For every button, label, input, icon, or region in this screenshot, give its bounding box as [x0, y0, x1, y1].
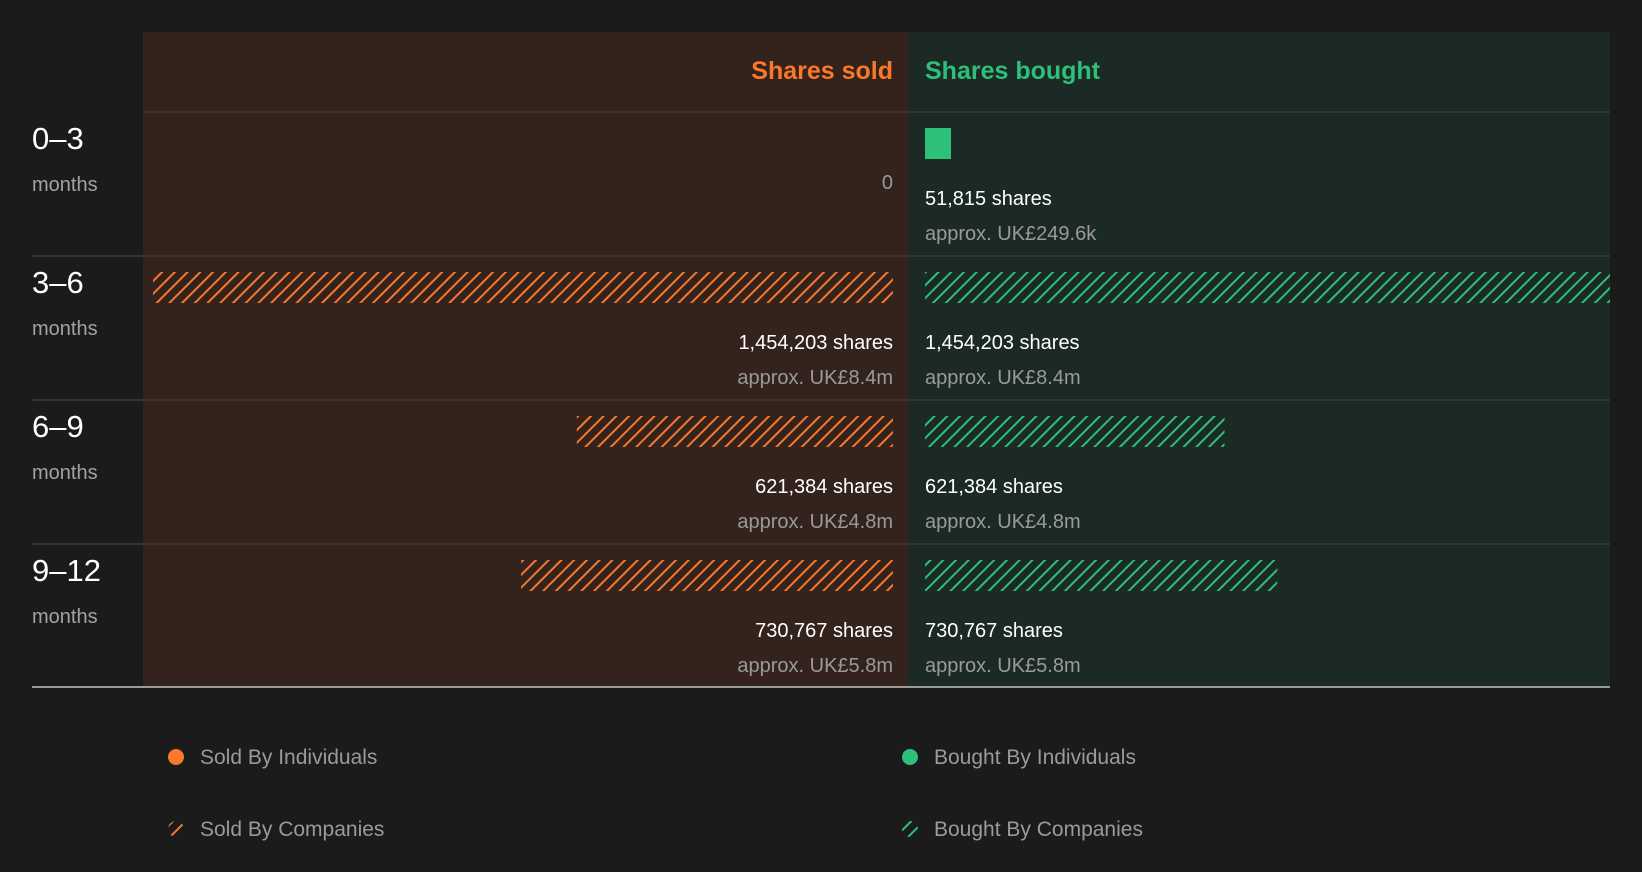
legend-item-bought-hatched: Bought By Companies: [902, 818, 1143, 841]
sold-shares-label: 1,454,203 shares: [738, 332, 893, 354]
bought-shares-label: 1,454,203 shares: [925, 332, 1080, 354]
legend-item-bought-solid: Bought By Individuals: [902, 746, 1136, 769]
legend-label: Bought By Individuals: [934, 746, 1136, 769]
sold-bar: [576, 416, 893, 447]
bought-shares-label: 730,767 shares: [925, 620, 1063, 642]
sold-shares-label: 730,767 shares: [755, 620, 893, 642]
bought-approx-label: approx. UK£249.6k: [925, 223, 1097, 245]
row-unit-label: months: [32, 174, 98, 196]
legend-label: Sold By Companies: [200, 818, 384, 841]
sold-approx-label: approx. UK£4.8m: [737, 511, 893, 533]
legend-label: Sold By Individuals: [200, 746, 377, 769]
legend-swatch: [902, 749, 918, 765]
bought-approx-label: approx. UK£8.4m: [925, 367, 1081, 389]
legend-item-sold-solid: Sold By Individuals: [168, 746, 377, 769]
sold-header: Shares sold: [751, 57, 893, 85]
sold-bar: [521, 560, 893, 591]
row-unit-label: months: [32, 606, 98, 628]
sold-approx-label: approx. UK£8.4m: [737, 367, 893, 389]
bought-bar: [925, 416, 1225, 447]
bought-approx-label: approx. UK£5.8m: [925, 655, 1081, 677]
bought-shares-label: 51,815 shares: [925, 188, 1052, 210]
row-unit-label: months: [32, 462, 98, 484]
legend-label: Bought By Companies: [934, 818, 1143, 841]
row-range-label: 0–3: [32, 121, 84, 156]
bought-bar: [925, 272, 1610, 303]
bought-shares-label: 621,384 shares: [925, 476, 1063, 498]
bought-approx-label: approx. UK£4.8m: [925, 511, 1081, 533]
bought-bar: [925, 560, 1278, 591]
row-range-label: 3–6: [32, 265, 84, 300]
bought-bar: [925, 128, 951, 159]
insider-trading-chart: Shares sold Shares bought 0–3 months 0 51,8…: [32, 32, 1610, 841]
legend-swatch: [902, 821, 918, 837]
bought-header: Shares bought: [925, 57, 1101, 85]
legend-swatch: [168, 821, 184, 837]
legend-item-sold-hatched: Sold By Companies: [168, 818, 384, 841]
row-range-label: 9–12: [32, 553, 101, 588]
row-unit-label: months: [32, 318, 98, 340]
sold-approx-label: approx. UK£5.8m: [737, 655, 893, 677]
sold-zero-label: 0: [882, 172, 893, 194]
legend-swatch: [168, 749, 184, 765]
row-range-label: 6–9: [32, 409, 84, 444]
sold-bar: [153, 272, 893, 303]
sold-shares-label: 621,384 shares: [755, 476, 893, 498]
